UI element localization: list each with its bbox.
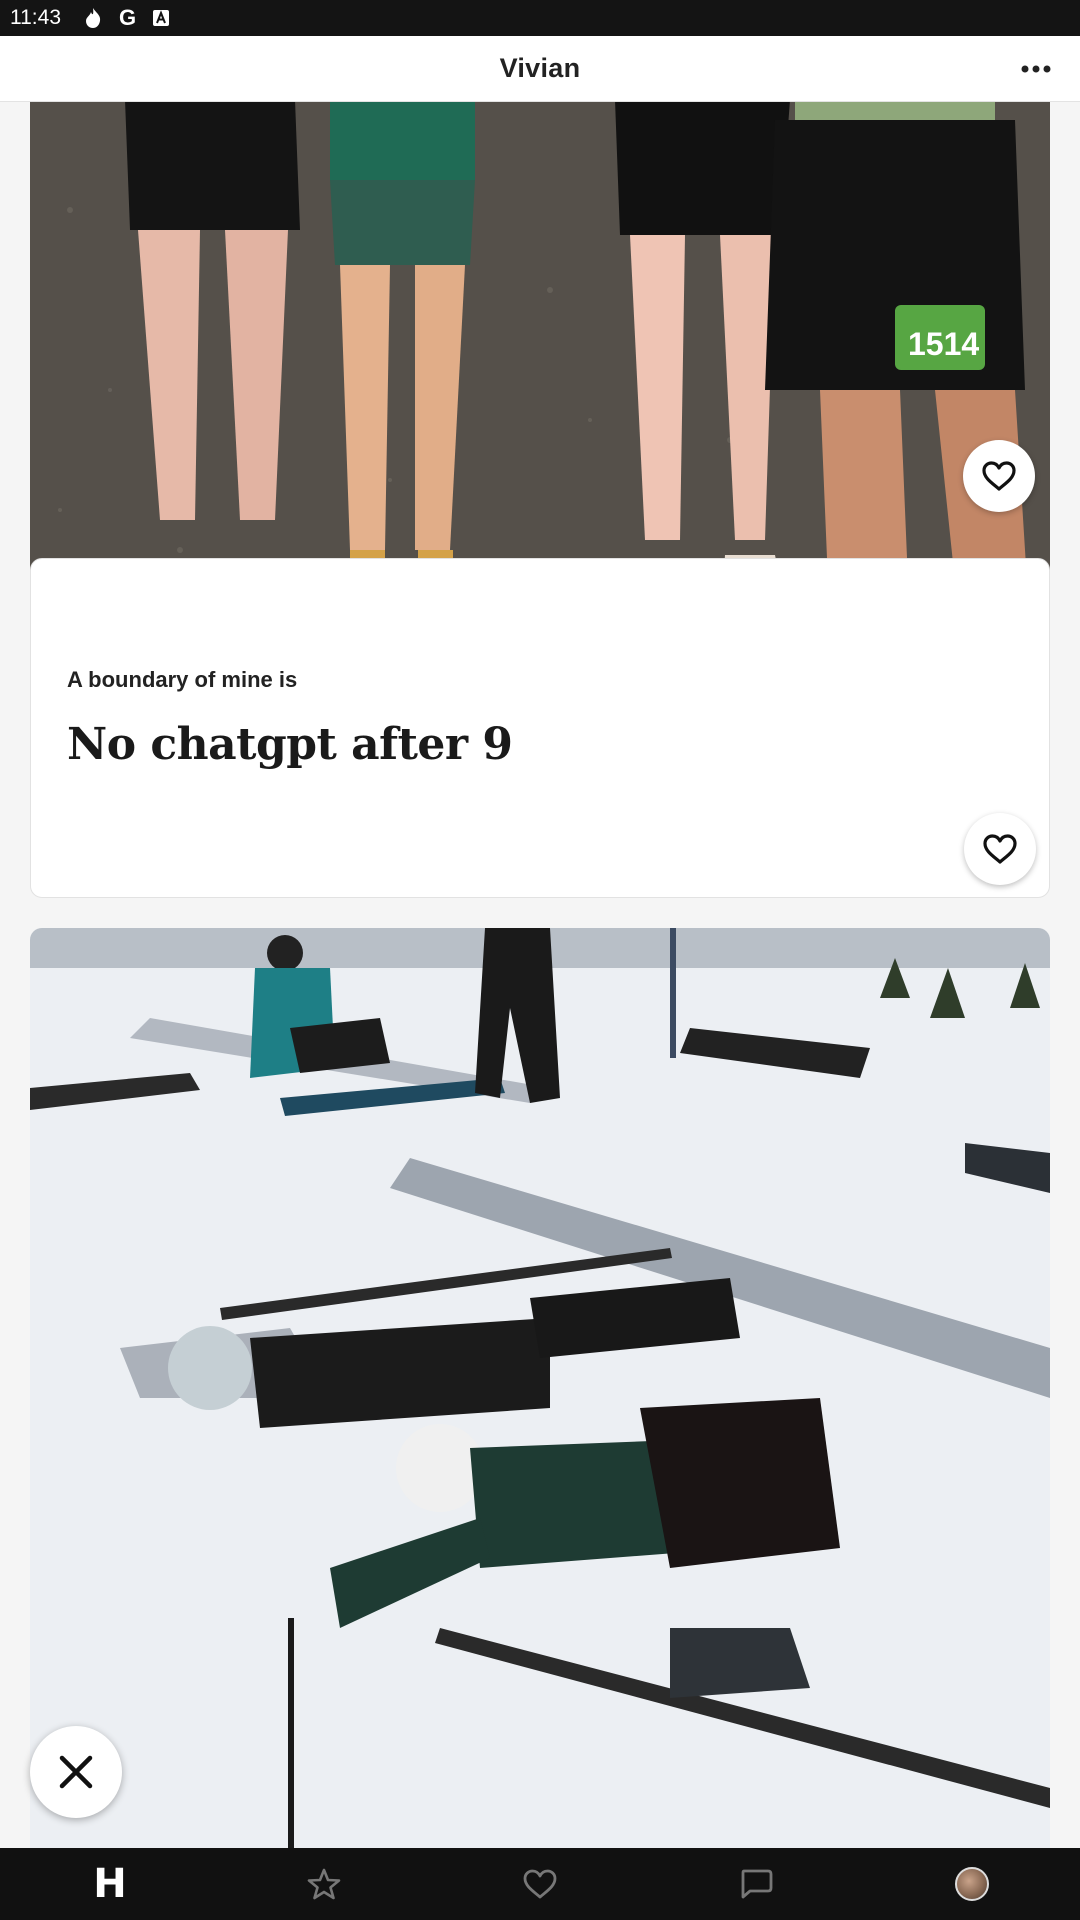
nav-matches[interactable]: matches	[716, 1848, 796, 1920]
profile-photo[interactable]	[30, 928, 1050, 1848]
like-photo-button[interactable]	[963, 440, 1035, 512]
nav-standouts[interactable]: standouts	[284, 1848, 364, 1920]
prompt-answer: No chatgpt after 9	[67, 719, 513, 770]
avatar	[955, 1867, 989, 1901]
heart-icon	[983, 834, 1017, 864]
status-time: 11:43	[10, 6, 61, 29]
profile-content[interactable]: 1514 A boundary of mine is No chatgpt af…	[0, 102, 1080, 1848]
nav-profile[interactable]: profile	[932, 1848, 1012, 1920]
close-icon	[59, 1755, 93, 1789]
status-bar: 11:43 G	[0, 0, 1080, 36]
photo-skiers-illustration	[30, 928, 1050, 1848]
profile-photo[interactable]: 1514	[30, 102, 1050, 630]
google-icon: G	[119, 5, 137, 30]
bottom-nav: H discover standouts likes-you matches p…	[0, 1848, 1080, 1920]
profile-name-title: Vivian	[499, 53, 581, 83]
profile-header: Vivian	[0, 36, 1080, 102]
star-icon	[307, 1868, 341, 1900]
nav-likes-you[interactable]: likes-you	[500, 1848, 580, 1920]
race-bib-number: 1514	[908, 326, 979, 362]
status-icons: G	[83, 5, 170, 31]
hinge-logo-icon: H	[93, 1861, 127, 1907]
flame-icon	[83, 7, 103, 29]
prompt-card: A boundary of mine is No chatgpt after 9	[30, 558, 1050, 898]
prompt-question: A boundary of mine is	[67, 667, 298, 692]
nav-discover[interactable]: H discover	[68, 1848, 148, 1920]
chat-icon	[741, 1869, 773, 1899]
more-options-icon[interactable]	[1014, 52, 1058, 86]
like-prompt-button[interactable]	[964, 813, 1036, 885]
photo-legs-illustration: 1514	[30, 102, 1050, 630]
heart-icon	[982, 461, 1016, 491]
skip-button[interactable]	[30, 1726, 122, 1818]
a-badge-icon	[152, 9, 170, 27]
heart-icon	[523, 1869, 557, 1899]
